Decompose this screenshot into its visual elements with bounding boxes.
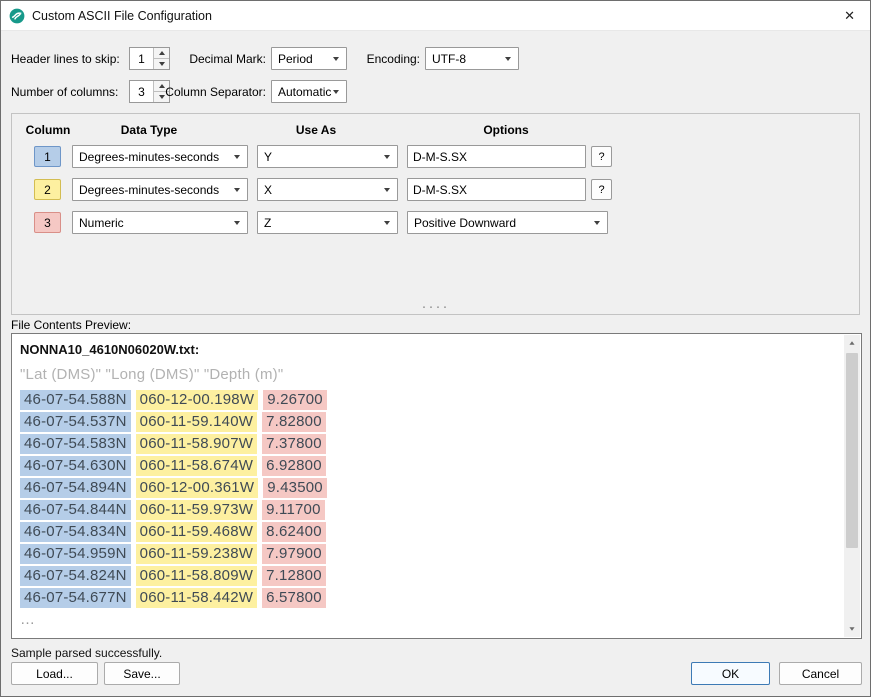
preview-row: 46-07-54.824N060-11-58.809W7.12800 — [20, 566, 844, 586]
chevron-down-icon — [234, 155, 240, 159]
file-contents-preview: NONNA10_4610N06020W.txt: "Lat (DMS)" "Lo… — [11, 333, 862, 639]
preview-row: 46-07-54.630N060-11-58.674W6.92800 — [20, 456, 844, 476]
splitter-handle[interactable]: ···· — [422, 302, 450, 312]
options-format-input[interactable] — [407, 178, 586, 201]
scroll-down-icon[interactable] — [844, 621, 860, 637]
titlebar[interactable]: Custom ASCII File Configuration ✕ — [1, 1, 870, 31]
preview-content: NONNA10_4610N06020W.txt: "Lat (DMS)" "Lo… — [12, 334, 844, 638]
chevron-down-icon — [384, 155, 390, 159]
preview-row: 46-07-54.834N060-11-59.468W8.62400 — [20, 522, 844, 542]
column-index-badge: 2 — [34, 179, 61, 200]
chevron-down-icon — [234, 188, 240, 192]
preview-column-headers: "Lat (DMS)" "Long (DMS)" "Depth (m)" — [20, 366, 844, 383]
vertical-scrollbar[interactable] — [844, 335, 860, 637]
preview-row: 46-07-54.537N060-11-59.140W7.82800 — [20, 412, 844, 432]
header-lines-value: 1 — [130, 48, 153, 69]
num-columns-value: 3 — [130, 81, 153, 102]
column-index-badge: 1 — [34, 146, 61, 167]
column-index-badge: 3 — [34, 212, 61, 233]
column-config-row-1: 1 Degrees-minutes-seconds Y ? — [12, 145, 859, 168]
chevron-down-icon — [505, 57, 511, 61]
options-format-input[interactable] — [407, 145, 586, 168]
data-type-select[interactable]: Numeric — [72, 211, 248, 234]
encoding-select[interactable]: UTF-8 — [425, 47, 519, 70]
columns-config-group: Column Data Type Use As Options 1 Degree… — [11, 113, 860, 315]
column-separator-label: Column Separator: — [161, 85, 266, 99]
preview-row: 46-07-54.894N060-12-00.361W9.43500 — [20, 478, 844, 498]
decimal-mark-select[interactable]: Period — [271, 47, 347, 70]
options-direction-select[interactable]: Positive Downward — [407, 211, 608, 234]
custom-ascii-config-dialog: Custom ASCII File Configuration ✕ Header… — [0, 0, 871, 697]
chevron-down-icon — [384, 221, 390, 225]
column-config-row-3: 3 Numeric Z Positive Downward — [12, 211, 859, 234]
preview-row: 46-07-54.588N060-12-00.198W9.26700 — [20, 390, 844, 410]
use-as-select[interactable]: X — [257, 178, 398, 201]
preview-filename: NONNA10_4610N06020W.txt: — [20, 342, 844, 357]
column-config-row-2: 2 Degrees-minutes-seconds X ? — [12, 178, 859, 201]
decimal-mark-label: Decimal Mark: — [161, 52, 266, 66]
scroll-up-icon[interactable] — [844, 335, 860, 351]
help-button[interactable]: ? — [591, 179, 612, 200]
num-columns-label: Number of columns: — [11, 85, 118, 99]
status-text: Sample parsed successfully. — [11, 646, 162, 660]
load-button[interactable]: Load... — [11, 662, 98, 685]
data-type-select[interactable]: Degrees-minutes-seconds — [72, 145, 248, 168]
help-button[interactable]: ? — [591, 146, 612, 167]
close-icon[interactable]: ✕ — [844, 1, 855, 30]
app-icon — [9, 8, 25, 24]
save-button[interactable]: Save... — [104, 662, 180, 685]
data-type-select[interactable]: Degrees-minutes-seconds — [72, 178, 248, 201]
ok-button[interactable]: OK — [691, 662, 770, 685]
window-title: Custom ASCII File Configuration — [32, 9, 212, 23]
col-header-use-as: Use As — [296, 123, 336, 137]
column-separator-select[interactable]: Automatic — [271, 80, 347, 103]
preview-row: 46-07-54.959N060-11-59.238W7.97900 — [20, 544, 844, 564]
encoding-label: Encoding: — [341, 52, 420, 66]
col-header-column: Column — [26, 123, 71, 137]
header-lines-label: Header lines to skip: — [11, 52, 120, 66]
cancel-button[interactable]: Cancel — [779, 662, 862, 685]
col-header-options: Options — [483, 123, 528, 137]
preview-label: File Contents Preview: — [11, 318, 131, 332]
preview-row: 46-07-54.583N060-11-58.907W7.37800 — [20, 434, 844, 454]
chevron-down-icon — [234, 221, 240, 225]
chevron-down-icon — [384, 188, 390, 192]
use-as-select[interactable]: Z — [257, 211, 398, 234]
preview-ellipsis: … — [20, 611, 844, 628]
chevron-down-icon — [333, 90, 339, 94]
chevron-down-icon — [333, 57, 339, 61]
col-header-data-type: Data Type — [121, 123, 177, 137]
preview-row: 46-07-54.844N060-11-59.973W9.11700 — [20, 500, 844, 520]
chevron-down-icon — [594, 221, 600, 225]
scrollbar-thumb[interactable] — [846, 353, 858, 548]
use-as-select[interactable]: Y — [257, 145, 398, 168]
preview-row: 46-07-54.677N060-11-58.442W6.57800 — [20, 588, 844, 608]
